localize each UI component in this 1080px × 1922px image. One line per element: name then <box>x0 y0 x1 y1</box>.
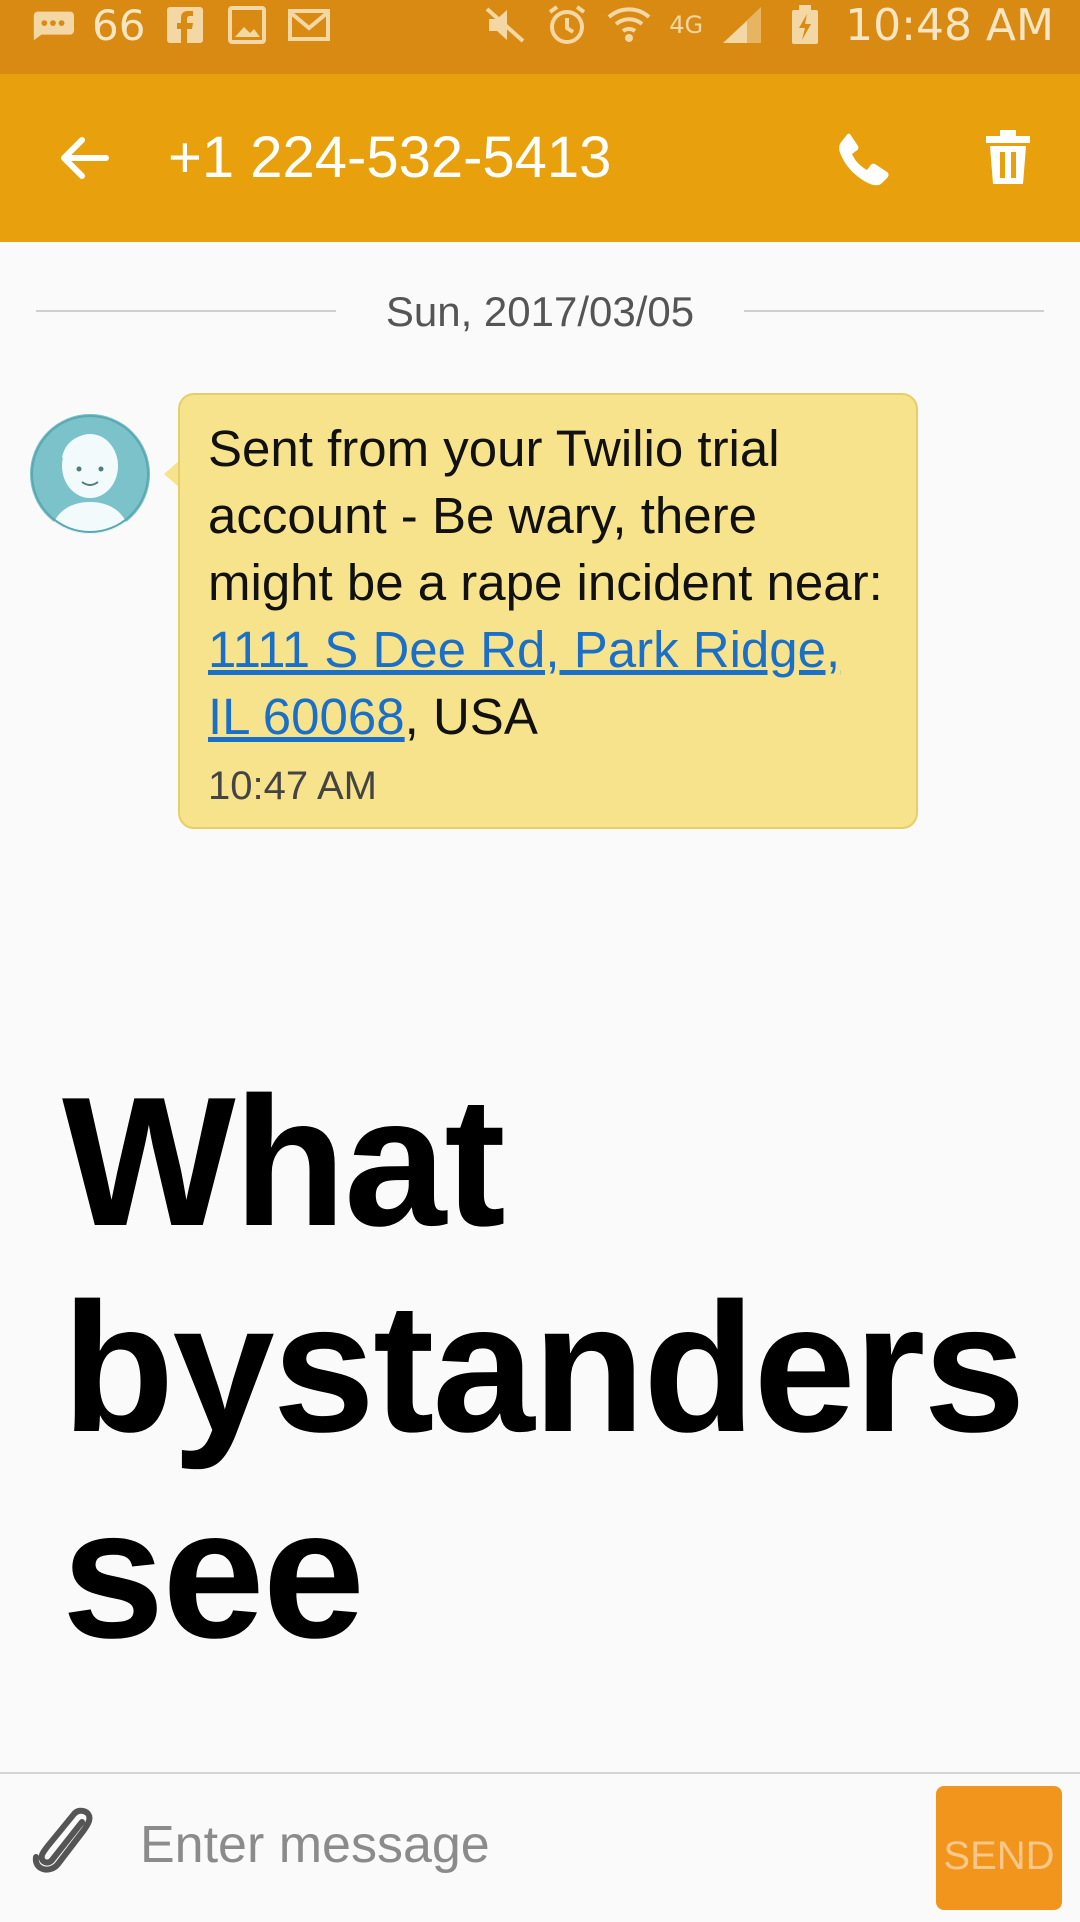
call-button[interactable] <box>832 126 896 190</box>
person-avatar-icon <box>30 414 150 534</box>
battery-charging-icon <box>783 5 827 44</box>
paperclip-icon <box>32 1807 93 1873</box>
arrow-back-icon <box>61 137 109 179</box>
message-composer: SEND <box>0 1772 1080 1922</box>
signal-icon <box>721 7 765 43</box>
divider-line-right <box>744 310 1044 312</box>
phone-icon <box>839 133 889 186</box>
wifi-icon <box>607 7 651 43</box>
delete-button[interactable] <box>976 126 1040 190</box>
status-bar: 66 4G 10:48 AM <box>0 0 1080 74</box>
message-input[interactable] <box>138 1794 902 1896</box>
email-icon <box>287 7 331 43</box>
message-time: 10:47 AM <box>208 764 378 808</box>
clock: 10:48 AM <box>845 0 1054 51</box>
message-text: Sent from your Twilio trial account - Be… <box>208 415 892 750</box>
message-bubble[interactable]: Sent from your Twilio trial account - Be… <box>178 393 918 829</box>
status-bar-system: 4G 10:48 AM <box>483 0 1054 51</box>
notification-count: 66 <box>92 0 146 50</box>
gallery-icon <box>225 6 269 44</box>
alarm-icon <box>545 5 589 44</box>
app-bar: +1 224-532-5413 <box>0 74 1080 242</box>
contact-avatar[interactable] <box>30 414 150 534</box>
facebook-icon <box>163 7 207 43</box>
mute-icon <box>483 7 527 43</box>
send-button[interactable]: SEND <box>936 1786 1062 1910</box>
status-bar-notifications: 66 <box>30 0 331 50</box>
conversation-date: Sun, 2017/03/05 <box>385 288 695 335</box>
date-divider: Sun, 2017/03/05 <box>36 290 1044 334</box>
message-text-prefix: Sent from your Twilio trial account - Be… <box>208 420 883 611</box>
message-text-suffix: , USA <box>404 688 538 745</box>
message-icon <box>30 7 74 43</box>
attach-button[interactable] <box>30 1804 106 1884</box>
network-type-label: 4G <box>669 11 704 39</box>
conversation-title: +1 224-532-5413 <box>168 125 612 190</box>
back-button[interactable] <box>52 126 116 190</box>
trash-icon <box>986 130 1030 184</box>
overlay-headline: What bystanders see <box>62 1058 1026 1676</box>
